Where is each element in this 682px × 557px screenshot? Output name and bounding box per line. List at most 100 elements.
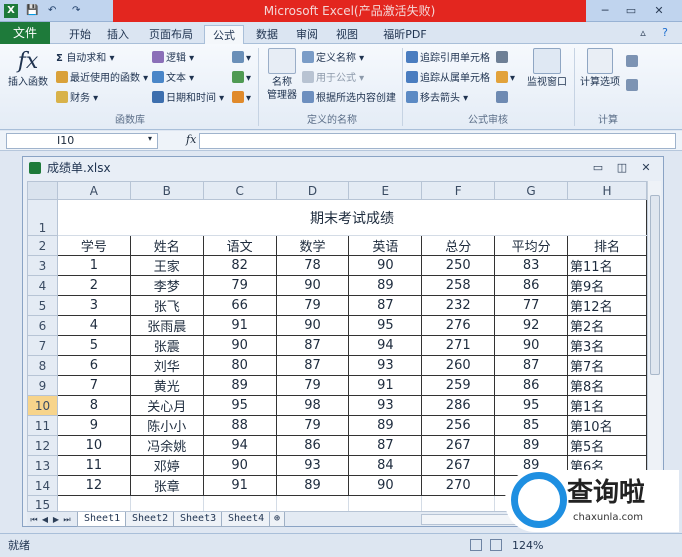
table-cell[interactable]: 82 (202, 255, 277, 276)
tab-view[interactable]: 视图 (330, 25, 364, 44)
sheet-tab-2[interactable]: Sheet2 (125, 512, 176, 527)
zoom-level[interactable]: 124% (512, 534, 543, 557)
trace-dependents-button[interactable]: 追踪从属单元格 (406, 70, 490, 88)
table-cell[interactable]: 91 (202, 475, 277, 496)
empty-cell[interactable] (202, 495, 277, 511)
sheet-tab-1[interactable]: Sheet1 (77, 512, 128, 527)
text-button[interactable]: 文本 ▾ (152, 70, 194, 88)
table-cell[interactable]: 86 (494, 275, 569, 296)
row-header[interactable]: 12 (27, 435, 58, 456)
spreadsheet-grid[interactable]: A B C D E F G H 1 期末考试成绩 2 学号 姓名 语文 数学 英语 总分 平均分 排名 3 1 王家 82 7… (27, 181, 647, 511)
table-cell[interactable]: 93 (348, 355, 423, 376)
table-cell[interactable]: 第7名 (567, 355, 647, 376)
table-cell[interactable]: 270 (421, 475, 496, 496)
table-cell[interactable]: 第1名 (567, 395, 647, 416)
tab-foxit-pdf[interactable]: 福昕PDF (376, 25, 434, 44)
table-cell[interactable]: 78 (275, 255, 350, 276)
empty-cell[interactable] (275, 495, 350, 511)
row-header[interactable]: 11 (27, 415, 58, 436)
name-box[interactable]: I10 (6, 133, 158, 149)
column-title-cell[interactable]: 数学 (275, 235, 350, 256)
column-title-cell[interactable]: 英语 (348, 235, 423, 256)
lookup-button[interactable]: ▾ (232, 50, 251, 68)
close-icon[interactable]: ✕ (650, 2, 668, 20)
table-cell[interactable]: 87 (348, 295, 423, 316)
table-cell[interactable]: 66 (202, 295, 277, 316)
table-cell[interactable]: 第3名 (567, 335, 647, 356)
table-cell[interactable]: 1 (56, 255, 131, 276)
table-cell[interactable]: 92 (494, 315, 569, 336)
table-cell[interactable]: 94 (202, 435, 277, 456)
more-functions-button[interactable]: ▾ (232, 90, 251, 108)
table-cell[interactable]: 86 (275, 435, 350, 456)
row-header[interactable]: 3 (27, 255, 58, 276)
table-cell[interactable]: 89 (494, 435, 569, 456)
row-header[interactable]: 5 (27, 295, 58, 316)
wb-close-icon[interactable]: ✕ (637, 159, 655, 177)
table-cell[interactable]: 267 (421, 435, 496, 456)
table-cell[interactable]: 张飞 (129, 295, 204, 316)
tab-formulas[interactable]: 公式 (204, 25, 244, 44)
table-cell[interactable]: 88 (202, 415, 277, 436)
row-header[interactable]: 9 (27, 375, 58, 396)
table-cell[interactable]: 90 (348, 255, 423, 276)
evaluate-formula-button[interactable] (496, 90, 510, 108)
column-header[interactable]: E (348, 181, 423, 200)
vertical-scrollbar[interactable] (647, 181, 661, 511)
table-cell[interactable]: 89 (202, 375, 277, 396)
table-cell[interactable]: 10 (56, 435, 131, 456)
column-title-cell[interactable]: 学号 (56, 235, 131, 256)
logical-button[interactable]: 逻辑 ▾ (152, 50, 194, 68)
table-cell[interactable]: 87 (275, 355, 350, 376)
table-cell[interactable]: 第12名 (567, 295, 647, 316)
insert-function-button[interactable]: fx 插入函数 (6, 48, 50, 89)
error-checking-button[interactable]: ▾ (496, 70, 515, 88)
calc-options-button[interactable]: 计算选项 (576, 48, 624, 89)
column-title-cell[interactable]: 排名 (567, 235, 647, 256)
page-layout-view-icon[interactable] (490, 539, 502, 551)
row-header[interactable]: 7 (27, 335, 58, 356)
table-cell[interactable]: 271 (421, 335, 496, 356)
table-cell[interactable]: 91 (202, 315, 277, 336)
table-cell[interactable]: 79 (275, 375, 350, 396)
restore-icon[interactable]: ▭ (622, 2, 640, 20)
table-cell[interactable]: 12 (56, 475, 131, 496)
tab-data[interactable]: 数据 (250, 25, 284, 44)
column-header[interactable]: C (202, 181, 277, 200)
table-cell[interactable]: 刘华 (129, 355, 204, 376)
row-header[interactable]: 8 (27, 355, 58, 376)
table-cell[interactable]: 90 (275, 275, 350, 296)
save-icon[interactable]: 💾 (26, 4, 38, 18)
row-header[interactable]: 10 (27, 395, 58, 416)
financial-button[interactable]: 财务 ▾ (56, 90, 98, 108)
table-cell[interactable]: 9 (56, 415, 131, 436)
table-cell[interactable]: 8 (56, 395, 131, 416)
scrollbar-thumb[interactable] (650, 195, 660, 375)
column-header[interactable]: G (494, 181, 569, 200)
table-cell[interactable]: 87 (494, 355, 569, 376)
table-cell[interactable]: 陈小小 (129, 415, 204, 436)
next-sheet-icon[interactable]: ▶ (51, 514, 61, 525)
tab-insert[interactable]: 插入 (100, 25, 136, 44)
table-cell[interactable]: 90 (202, 335, 277, 356)
wb-minimize-icon[interactable]: ▭ (589, 159, 607, 177)
table-cell[interactable]: 89 (348, 275, 423, 296)
table-cell[interactable]: 第2名 (567, 315, 647, 336)
table-cell[interactable]: 95 (202, 395, 277, 416)
table-cell[interactable]: 冯余姚 (129, 435, 204, 456)
table-cell[interactable]: 90 (348, 475, 423, 496)
column-header[interactable]: B (129, 181, 204, 200)
math-button[interactable]: ▾ (232, 70, 251, 88)
table-cell[interactable]: 80 (202, 355, 277, 376)
tab-review[interactable]: 审阅 (290, 25, 324, 44)
table-cell[interactable]: 4 (56, 315, 131, 336)
column-header[interactable]: A (56, 181, 131, 200)
table-cell[interactable]: 7 (56, 375, 131, 396)
sheet-title[interactable]: 期末考试成绩 (56, 199, 647, 236)
row-header[interactable]: 15 (27, 495, 58, 511)
trace-precedents-button[interactable]: 追踪引用单元格 (406, 50, 490, 68)
file-tab[interactable]: 文件 (0, 22, 50, 44)
table-cell[interactable]: 91 (348, 375, 423, 396)
table-cell[interactable]: 87 (348, 435, 423, 456)
column-header[interactable]: D (275, 181, 350, 200)
